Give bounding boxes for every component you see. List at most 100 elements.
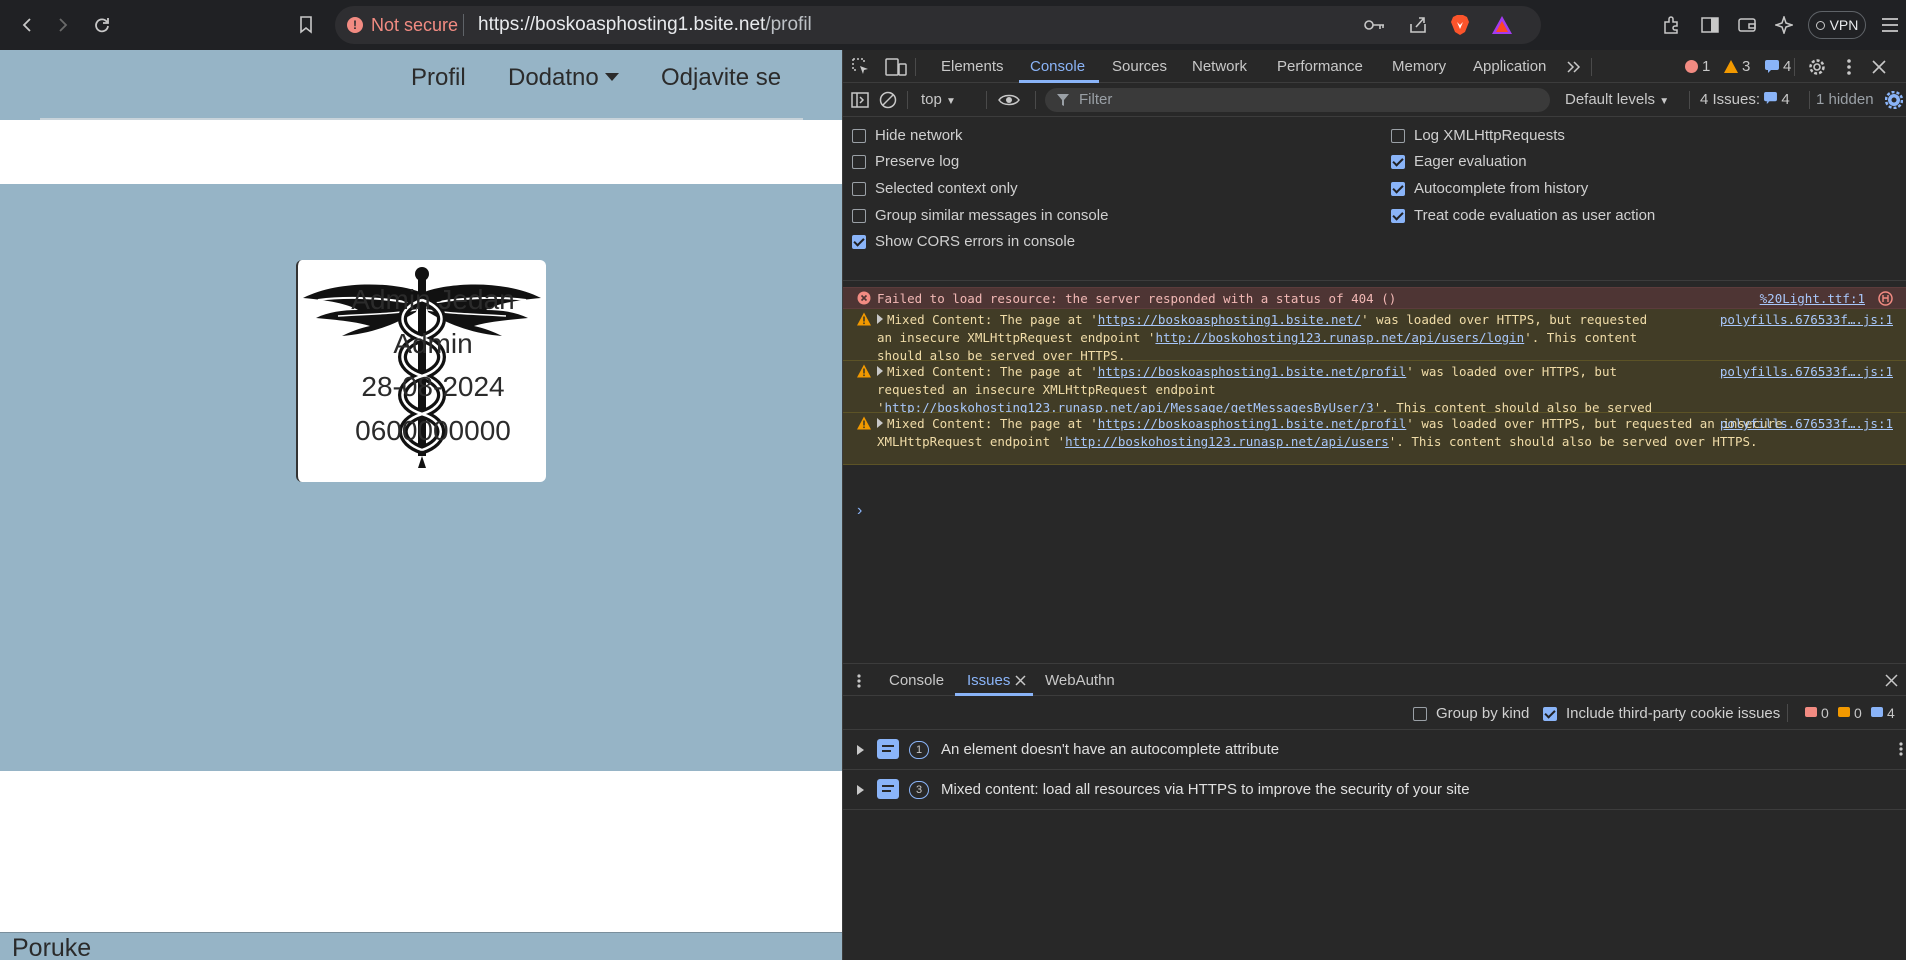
drawer-menu-icon[interactable] — [853, 671, 865, 691]
checkbox-checked[interactable] — [1391, 181, 1405, 196]
drawer-tab-console[interactable]: Console — [889, 672, 944, 689]
option-label: Hide network — [875, 127, 963, 144]
warning-source-link[interactable]: polyfills.676533f….js:1 — [1720, 363, 1893, 381]
expand-arrow-icon[interactable] — [857, 785, 864, 795]
console-prompt[interactable]: › — [857, 502, 862, 520]
error-source-link[interactable]: %20Light.ttf:1 — [1760, 290, 1865, 308]
endpoint-link[interactable]: http://boskohosting123.runasp.net/api/us… — [1065, 434, 1389, 449]
info-count[interactable]: 4 — [1765, 58, 1791, 75]
device-toolbar-icon[interactable] — [885, 57, 907, 77]
checkbox[interactable] — [852, 154, 866, 169]
group-by-kind-checkbox[interactable]: Group by kind — [1413, 705, 1529, 722]
checkbox[interactable] — [1391, 128, 1405, 143]
wallet-icon[interactable] — [1732, 10, 1762, 40]
extensions-icon[interactable] — [1656, 10, 1686, 40]
checkbox-checked[interactable] — [1543, 706, 1557, 721]
group-similar-checkbox[interactable]: Group similar messages in console — [852, 207, 1108, 224]
vpn-button[interactable]: VPN — [1808, 11, 1866, 39]
checkbox[interactable] — [852, 208, 866, 223]
filter-placeholder: Filter — [1079, 91, 1113, 108]
kebab-menu-icon[interactable] — [1899, 742, 1903, 756]
forward-icon[interactable] — [48, 10, 78, 40]
sidebar-icon[interactable] — [1695, 10, 1725, 40]
page-link[interactable]: https://boskoasphosting1.bsite.net/profi… — [1098, 416, 1407, 431]
more-tabs-icon[interactable] — [1565, 58, 1583, 76]
divider — [463, 14, 464, 36]
warning-count[interactable]: 3 — [1724, 58, 1750, 75]
network-request-icon[interactable] — [1878, 291, 1893, 306]
autocomplete-history-checkbox[interactable]: Autocomplete from history — [1391, 180, 1588, 197]
issue-row[interactable]: 1 An element doesn't have an autocomplet… — [843, 730, 1906, 770]
nav-dodatno-dropdown[interactable]: Dodatno — [508, 64, 619, 92]
show-sidebar-icon[interactable] — [851, 91, 869, 109]
not-secure-label[interactable]: Not secure — [371, 15, 458, 36]
checkbox-checked[interactable] — [1391, 208, 1405, 223]
log-levels-dropdown[interactable]: Default levels ▼ — [1565, 91, 1669, 108]
checkbox[interactable] — [852, 128, 866, 143]
warning-source-link[interactable]: polyfills.676533f….js:1 — [1720, 311, 1893, 329]
tab-sources[interactable]: Sources — [1112, 58, 1167, 75]
option-label: Selected context only — [875, 180, 1018, 197]
show-cors-errors-checkbox[interactable]: Show CORS errors in console — [852, 233, 1075, 250]
messages-panel-header[interactable]: Poruke — [0, 932, 842, 960]
checkbox[interactable] — [852, 181, 866, 196]
reload-icon[interactable] — [87, 10, 117, 40]
page-link[interactable]: https://boskoasphosting1.bsite.net/profi… — [1098, 364, 1407, 379]
nav-profil-link[interactable]: Profil — [411, 64, 466, 92]
leo-ai-icon[interactable] — [1769, 10, 1799, 40]
endpoint-link[interactable]: http://boskohosting123.runasp.net/api/us… — [1155, 330, 1524, 345]
url-text[interactable]: https://boskoasphosting1.bsite.net/profi… — [478, 14, 812, 36]
inspect-element-icon[interactable] — [851, 57, 871, 77]
nav-logout-link[interactable]: Odjavite se — [661, 64, 781, 92]
console-settings-icon[interactable] — [1885, 91, 1903, 109]
checkbox-checked[interactable] — [1391, 154, 1405, 169]
issues-link[interactable]: 4 Issues: 4 — [1700, 91, 1790, 108]
clear-console-icon[interactable] — [879, 91, 897, 109]
warning-source-link[interactable]: polyfills.676533f….js:1 — [1720, 415, 1893, 433]
include-third-party-checkbox[interactable]: Include third-party cookie issues — [1543, 705, 1780, 722]
expand-arrow-icon[interactable] — [877, 314, 883, 324]
checkbox-checked[interactable] — [852, 234, 866, 249]
brave-shields-icon[interactable] — [1448, 13, 1472, 37]
expand-arrow-icon[interactable] — [877, 366, 883, 376]
share-icon[interactable] — [1406, 13, 1430, 37]
issue-row[interactable]: 3 Mixed content: load all resources via … — [843, 770, 1906, 810]
drawer-tab-issues[interactable]: Issues — [967, 672, 1010, 689]
console-warning-message: Mixed Content: The page at 'https://bosk… — [843, 413, 1906, 465]
bookmark-icon[interactable] — [291, 10, 321, 40]
selected-context-checkbox[interactable]: Selected context only — [852, 180, 1018, 197]
drawer-tab-webauthn[interactable]: WebAuthn — [1045, 672, 1115, 689]
hide-network-checkbox[interactable]: Hide network — [852, 127, 963, 144]
menu-icon[interactable] — [1875, 10, 1905, 40]
settings-gear-icon[interactable] — [1807, 57, 1827, 77]
brave-rewards-icon[interactable] — [1490, 13, 1514, 37]
log-xhr-checkbox[interactable]: Log XMLHttpRequests — [1391, 127, 1565, 144]
error-count[interactable]: 1 — [1685, 58, 1710, 75]
console-filter-input[interactable]: Filter — [1045, 88, 1550, 112]
key-icon[interactable] — [1363, 13, 1387, 37]
back-icon[interactable] — [12, 10, 42, 40]
console-error-message: Failed to load resource: the server resp… — [843, 287, 1906, 309]
treat-code-eval-checkbox[interactable]: Treat code evaluation as user action — [1391, 207, 1655, 224]
message-icon — [877, 739, 899, 759]
tab-performance[interactable]: Performance — [1277, 58, 1363, 75]
tab-application[interactable]: Application — [1473, 58, 1546, 75]
preserve-log-checkbox[interactable]: Preserve log — [852, 153, 959, 170]
checkbox[interactable] — [1413, 706, 1427, 721]
tab-memory[interactable]: Memory — [1392, 58, 1446, 75]
expand-arrow-icon[interactable] — [857, 745, 864, 755]
kebab-menu-icon[interactable] — [1843, 57, 1855, 77]
expand-arrow-icon[interactable] — [877, 418, 883, 428]
live-expression-eye-icon[interactable] — [998, 91, 1020, 109]
tab-elements[interactable]: Elements — [941, 58, 1004, 75]
address-bar[interactable]: ! Not secure https://boskoasphosting1.bs… — [335, 6, 1541, 44]
tab-network[interactable]: Network — [1192, 58, 1247, 75]
context-selector[interactable]: top ▼ — [921, 91, 956, 108]
browser-toolbar: ! Not secure https://boskoasphosting1.bs… — [0, 0, 1906, 50]
eager-evaluation-checkbox[interactable]: Eager evaluation — [1391, 153, 1527, 170]
close-devtools-icon[interactable] — [1869, 57, 1889, 77]
page-link[interactable]: https://boskoasphosting1.bsite.net/ — [1098, 312, 1361, 327]
close-tab-icon[interactable] — [1013, 673, 1027, 687]
close-drawer-icon[interactable] — [1883, 672, 1899, 688]
tab-console[interactable]: Console — [1030, 58, 1085, 75]
